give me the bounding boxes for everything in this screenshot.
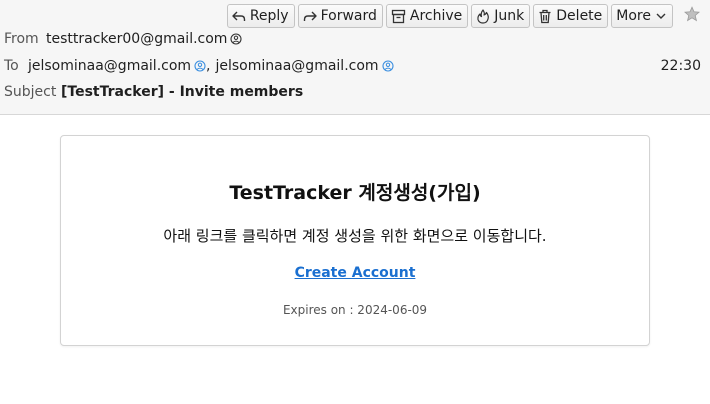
- from-label: From: [4, 31, 39, 47]
- more-button[interactable]: More: [611, 4, 673, 28]
- chevron-down-icon: [655, 10, 667, 22]
- to-row: To jelsominaa@gmail.com , jelsominaa@gma…: [4, 58, 394, 74]
- forward-label: Forward: [320, 8, 377, 24]
- recipient-address[interactable]: jelsominaa@gmail.com: [216, 58, 379, 74]
- reply-button[interactable]: Reply: [226, 4, 295, 28]
- subject-label: Subject: [4, 84, 57, 100]
- star-icon: [684, 6, 700, 26]
- message-header: Reply Forward Archive Junk Delete More F…: [0, 0, 710, 115]
- to-label: To: [4, 58, 19, 74]
- forward-icon: [303, 9, 317, 23]
- reply-icon: [232, 9, 246, 23]
- from-row: From testtracker00@gmail.com: [4, 31, 242, 47]
- contact-icon[interactable]: [381, 60, 394, 72]
- expiry-date: Expires on : 2024-06-09: [282, 303, 428, 317]
- invite-title: TestTracker 계정생성(가입): [229, 182, 481, 204]
- trash-icon: [538, 9, 552, 24]
- message-time: 22:30: [660, 58, 701, 74]
- add-contact-icon[interactable]: [230, 33, 242, 45]
- flame-icon: [476, 8, 490, 24]
- invite-description: 아래 링크를 클릭하면 계정 생성을 위한 화면으로 이동합니다.: [163, 227, 547, 245]
- archive-icon: [391, 9, 406, 24]
- invite-card: TestTracker 계정생성(가입) 아래 링크를 클릭하면 계정 생성을 …: [60, 135, 650, 346]
- archive-label: Archive: [409, 8, 463, 24]
- junk-button[interactable]: Junk: [471, 4, 531, 28]
- sender-address[interactable]: testtracker00@gmail.com: [46, 31, 227, 47]
- subject-row: Subject [TestTracker] - Invite members: [4, 84, 303, 100]
- subject-text: [TestTracker] - Invite members: [61, 84, 304, 100]
- recipient-separator: ,: [206, 58, 211, 74]
- create-account-row: Create Account: [61, 265, 649, 281]
- more-label: More: [616, 8, 651, 24]
- archive-button[interactable]: Archive: [385, 4, 469, 28]
- delete-button[interactable]: Delete: [533, 4, 609, 28]
- create-account-link[interactable]: Create Account: [295, 265, 416, 281]
- star-button[interactable]: [680, 4, 704, 28]
- delete-label: Delete: [556, 8, 603, 24]
- forward-button[interactable]: Forward: [297, 4, 383, 28]
- recipient-address[interactable]: jelsominaa@gmail.com: [28, 58, 191, 74]
- junk-label: Junk: [494, 8, 525, 24]
- contact-icon[interactable]: [194, 60, 206, 72]
- message-toolbar: Reply Forward Archive Junk Delete More: [226, 4, 704, 28]
- reply-label: Reply: [249, 8, 289, 24]
